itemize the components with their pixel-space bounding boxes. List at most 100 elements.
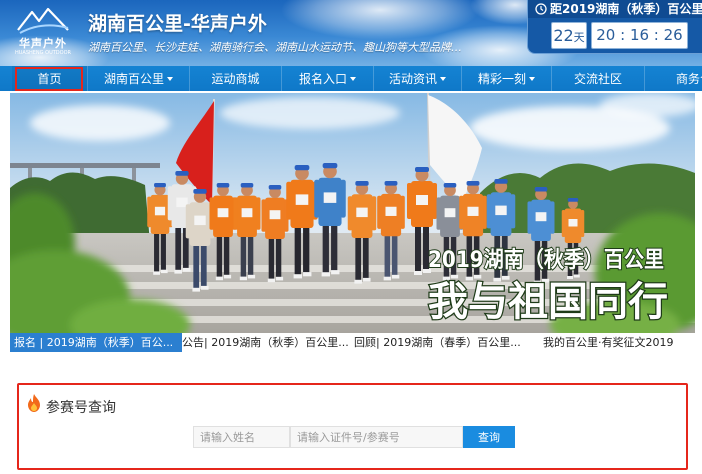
hiker-leg bbox=[247, 235, 254, 277]
hiker-cap bbox=[415, 167, 429, 172]
hiker-bib bbox=[241, 208, 253, 218]
hiker-shoe bbox=[321, 272, 330, 277]
hiker-bib bbox=[154, 206, 166, 216]
hiker-shoe bbox=[200, 285, 209, 290]
nav-item-news[interactable]: 活动资讯 bbox=[374, 66, 462, 91]
caret-down-icon bbox=[167, 76, 173, 81]
hiker-shoe bbox=[303, 272, 312, 277]
nav-item-label: 活动资讯 bbox=[388, 72, 437, 86]
hiker-shoe bbox=[293, 274, 302, 279]
hiker-shoe bbox=[362, 277, 371, 282]
hiker-bib bbox=[356, 207, 368, 218]
hiker-cap bbox=[384, 181, 398, 186]
hiker-shoe bbox=[331, 270, 340, 275]
hiker-shoe bbox=[247, 274, 256, 279]
banner-headline: 2019湖南（秋季）百公里 bbox=[428, 248, 664, 273]
countdown-days-value: 22 bbox=[553, 26, 574, 45]
page: 华声户外 HUASHENG OUTDOOR 湖南百公里-华声户外 湖南百公里、长… bbox=[0, 0, 702, 474]
hiker-leg bbox=[268, 237, 275, 281]
nav-item-business[interactable]: 商务合 bbox=[645, 66, 702, 91]
nav-item-hunan-100km[interactable]: 湖南百公里 bbox=[88, 66, 190, 91]
nav-item-label: 运动商城 bbox=[211, 72, 260, 86]
highlight-box-home bbox=[15, 67, 83, 91]
id-number-input[interactable] bbox=[290, 426, 463, 448]
hiker-shoe bbox=[174, 269, 182, 274]
logo-swoosh bbox=[19, 24, 69, 34]
hiker-bib bbox=[495, 205, 507, 216]
hiker-leg bbox=[355, 236, 362, 282]
nav-item-label: 商务合 bbox=[676, 72, 702, 86]
banner-tab-registration[interactable]: 报名 | 2019湖南（秋季）百公... bbox=[10, 333, 182, 352]
hiker-bib bbox=[568, 219, 578, 227]
hiker-leg bbox=[384, 234, 391, 279]
bridge-deck bbox=[10, 163, 160, 168]
hiker-cap bbox=[322, 163, 338, 169]
banner-image[interactable]: 2019湖南（秋季）百公里 我与祖国同行 bbox=[10, 93, 695, 333]
countdown-days-unit: 天 bbox=[573, 31, 585, 44]
hiker-bib bbox=[467, 206, 479, 216]
banner-slogan: 我与祖国同行 bbox=[428, 279, 668, 325]
nav-item-highlights[interactable]: 精彩一刻 bbox=[462, 66, 552, 91]
hiker-shoe bbox=[573, 274, 580, 278]
bib-number-query: 参赛号查询 查询 bbox=[17, 383, 688, 470]
hiker-cap bbox=[240, 183, 254, 188]
hiker-shoe bbox=[473, 274, 482, 279]
banner-tab-essay[interactable]: 我的百公里·有奖征文2019 bbox=[543, 333, 693, 352]
clock-icon bbox=[535, 3, 547, 15]
hiker-bib bbox=[385, 206, 397, 216]
hiker-shoe bbox=[275, 276, 284, 281]
hiker-cap bbox=[534, 187, 548, 192]
clock-hands bbox=[540, 6, 544, 11]
nav-item-label: 湖南百公里 bbox=[103, 72, 164, 86]
hiker-cap bbox=[175, 171, 189, 176]
banner-tab-review[interactable]: 回顾| 2019湖南（春季）百公里... bbox=[354, 333, 529, 352]
hiker-leg bbox=[200, 244, 207, 288]
hiker-shoe bbox=[215, 276, 223, 281]
hiker-bib bbox=[295, 194, 309, 205]
query-button[interactable]: 查询 bbox=[463, 426, 515, 448]
hiker-bib bbox=[416, 195, 428, 205]
hiker-leg bbox=[303, 225, 310, 275]
hiker-bib bbox=[535, 212, 547, 222]
site-title: 湖南百公里-华声户外 bbox=[88, 13, 267, 35]
site-logo[interactable]: 华声户外 HUASHENG OUTDOOR bbox=[10, 4, 76, 58]
hiker-leg bbox=[415, 225, 421, 273]
hiker-shoe bbox=[192, 287, 200, 292]
countdown-label: 距2019湖南（秋季）百公里 bbox=[528, 0, 702, 18]
hiker-leg bbox=[193, 244, 200, 290]
hiker-cap bbox=[355, 181, 369, 186]
hiker-cap bbox=[294, 165, 310, 171]
caret-down-icon bbox=[440, 76, 446, 81]
hiker-leg bbox=[362, 236, 369, 280]
hiker-leg bbox=[275, 237, 282, 279]
hiker-shoe bbox=[182, 267, 191, 272]
caret-down-icon bbox=[350, 76, 356, 81]
hiker-cap bbox=[443, 183, 457, 188]
banner-tab-notice[interactable]: 公告| 2019湖南（秋季）百公里... bbox=[182, 333, 352, 352]
hiker-leg bbox=[294, 225, 301, 277]
hiker-cap bbox=[216, 183, 230, 188]
nav-item-community[interactable]: 交流社区 bbox=[552, 66, 645, 91]
hiker-shoe bbox=[414, 271, 422, 275]
nav-item-registration[interactable]: 报名入口 bbox=[282, 66, 374, 91]
nav-item-label: 报名入口 bbox=[298, 72, 347, 86]
hiker-bib bbox=[217, 208, 229, 218]
name-input[interactable] bbox=[193, 426, 290, 448]
hiker-cap bbox=[268, 185, 282, 190]
fire-icon bbox=[28, 394, 40, 412]
hiker-shoe bbox=[450, 274, 459, 279]
main-nav: 首页 湖南百公里 运动商城 报名入口 活动资讯 精彩一刻 交流社区 商务合 bbox=[0, 66, 702, 91]
site-subtitle: 湖南百公里、长沙走娃、湖南骑行会、湖南山水运动节、趣山狗等大型品牌… bbox=[88, 41, 462, 54]
hiker-shoe bbox=[223, 274, 232, 279]
hiker-shoe bbox=[239, 276, 247, 281]
nav-item-label: 交流社区 bbox=[573, 72, 622, 86]
hiker-shoe bbox=[267, 278, 275, 283]
nav-item-sports-mall[interactable]: 运动商城 bbox=[190, 66, 282, 91]
hiker-cap bbox=[193, 189, 207, 194]
cloud bbox=[220, 97, 400, 129]
logo-name-en: HUASHENG OUTDOOR bbox=[15, 50, 71, 56]
hiker-leg bbox=[240, 235, 247, 279]
hiker-shoe bbox=[383, 276, 391, 281]
hiker-cap bbox=[154, 183, 166, 188]
hiker-leg bbox=[322, 223, 329, 275]
